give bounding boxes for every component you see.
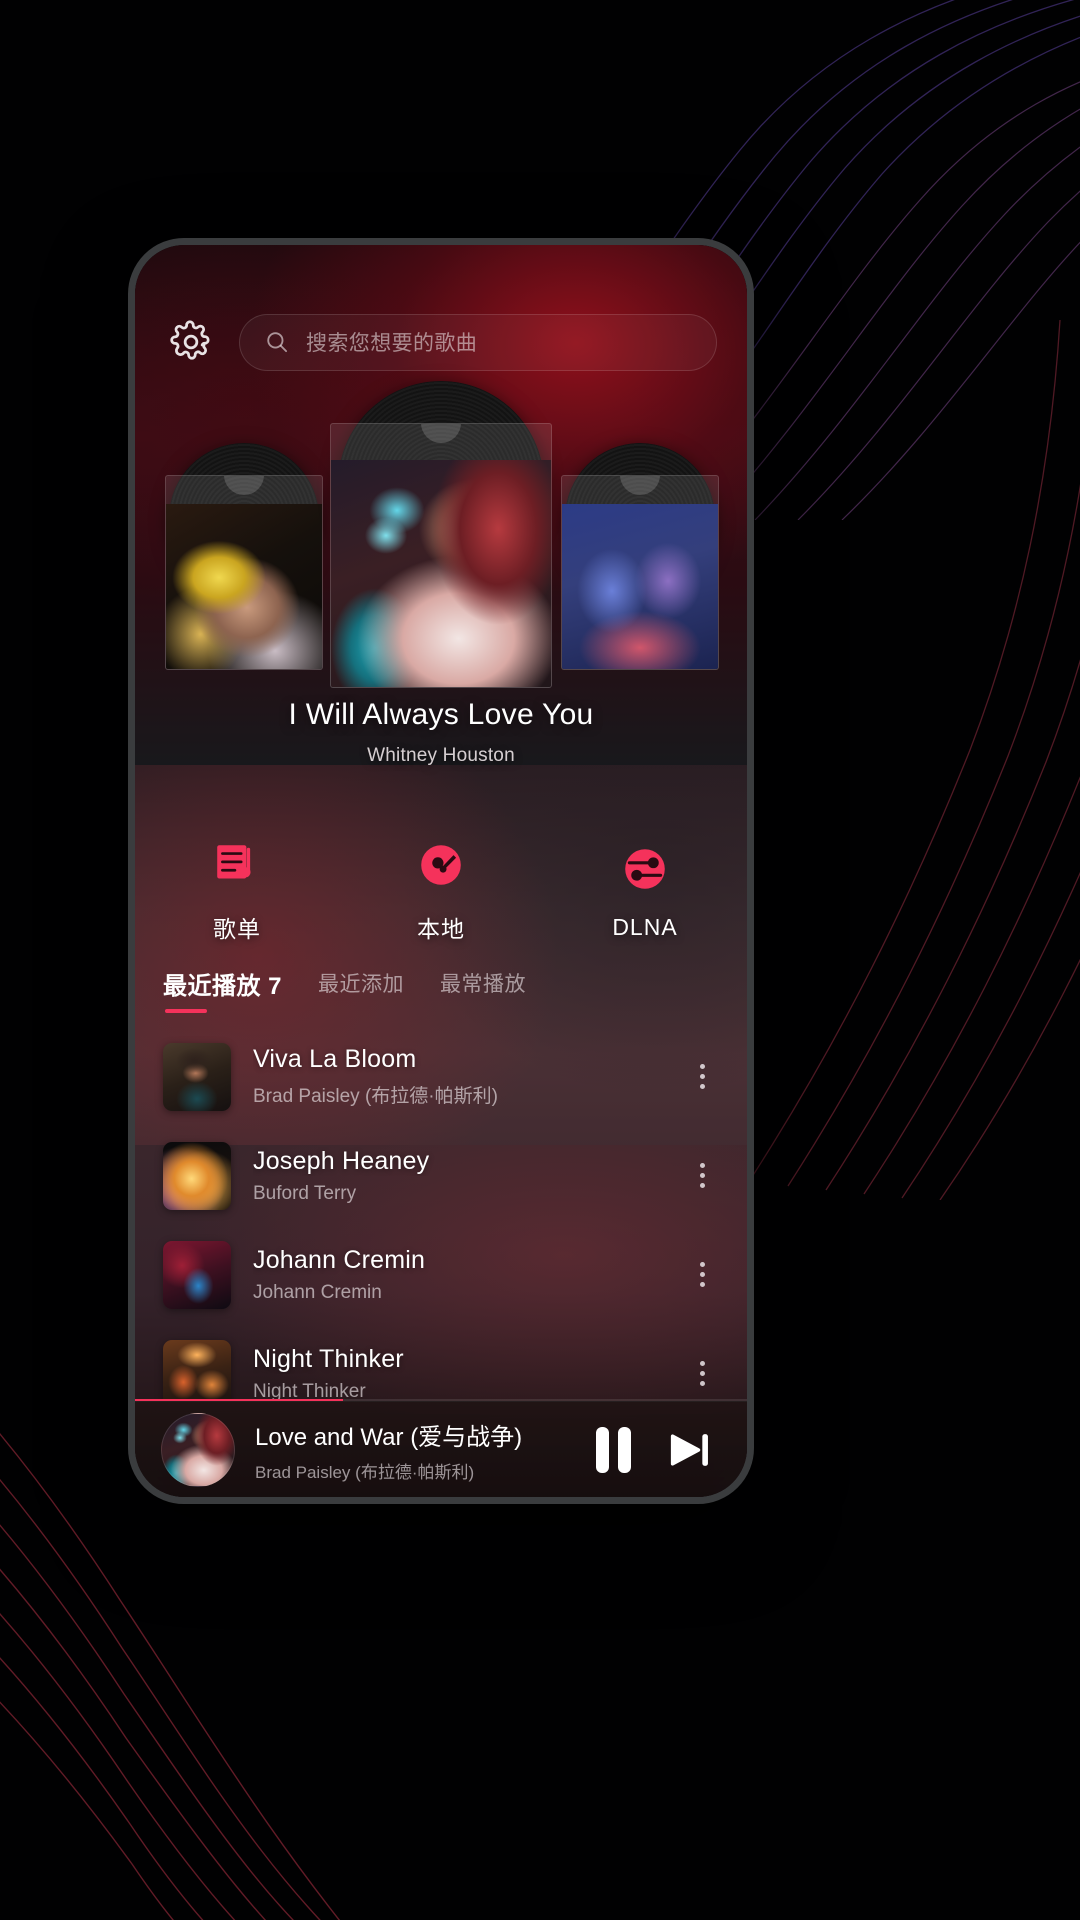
sleeve-notch	[620, 476, 660, 495]
song-more-button[interactable]	[681, 1247, 723, 1303]
dlna-cast-icon	[625, 848, 665, 889]
song-title: Night Thinker	[253, 1344, 404, 1373]
category-dlna-label: DLNA	[612, 913, 678, 940]
more-vertical-icon	[699, 1064, 705, 1069]
pause-icon	[617, 1426, 631, 1473]
mini-player-artist: Brad Paisley (布拉德·帕斯利)	[255, 1462, 475, 1482]
more-vertical-icon	[699, 1262, 705, 1267]
more-vertical-icon	[699, 1163, 705, 1168]
sleeve-notch	[224, 476, 264, 495]
search-icon	[267, 332, 288, 353]
song-artist: Brad Paisley (布拉德·帕斯利)	[253, 1086, 498, 1107]
song-list-item[interactable]: Johann Cremin Johann Cremin	[135, 1225, 747, 1324]
mini-player-title: Love and War (爱与战争)	[255, 1423, 523, 1451]
category-local[interactable]: 本地	[339, 817, 543, 967]
album-art-right	[562, 504, 718, 669]
category-dlna[interactable]: DLNA	[543, 817, 747, 967]
wave-decoration-right	[749, 319, 1080, 1200]
song-list-item[interactable]: Viva La Bloom Brad Paisley (布拉德·帕斯利)	[135, 1027, 747, 1126]
song-meta: Viva La Bloom Brad Paisley (布拉德·帕斯利)	[253, 1045, 659, 1108]
more-vertical-icon	[699, 1272, 705, 1277]
tab-recently-played-label: 最近播放 7	[163, 972, 283, 1000]
more-vertical-icon	[699, 1074, 705, 1079]
gear-icon	[170, 320, 210, 360]
more-vertical-icon	[699, 1183, 705, 1188]
carousel-item-right[interactable]	[561, 443, 719, 670]
more-vertical-icon	[699, 1371, 705, 1376]
more-vertical-icon	[699, 1282, 705, 1287]
next-track-button[interactable]	[661, 1422, 717, 1478]
song-list-item[interactable]: Joseph Heaney Buford Terry	[135, 1126, 747, 1225]
album-sleeve	[165, 475, 323, 670]
song-thumbnail	[163, 1240, 231, 1309]
song-more-button[interactable]	[681, 1346, 723, 1402]
carousel-item-center[interactable]	[330, 381, 552, 688]
settings-button[interactable]	[165, 316, 217, 368]
tab-recently-added[interactable]: 最近添加	[318, 968, 404, 1010]
more-vertical-icon	[699, 1084, 705, 1089]
song-list[interactable]: Viva La Bloom Brad Paisley (布拉德·帕斯利) Jos…	[135, 1027, 747, 1401]
tab-most-played[interactable]: 最常播放	[440, 968, 526, 1010]
song-title: Joseph Heaney	[253, 1146, 430, 1175]
vinyl-record-icon	[421, 845, 461, 885]
category-playlist-label: 歌单	[213, 916, 261, 942]
song-artist: Johann Cremin	[253, 1281, 382, 1303]
more-vertical-icon	[699, 1361, 705, 1366]
phone-frame: 搜索您想要的歌曲 I Will Always Love You Whitney …	[128, 238, 754, 1504]
mini-player-meta: Love and War (爱与战争) Brad Paisley (布拉德·帕斯…	[255, 1417, 565, 1483]
mini-player[interactable]: Love and War (爱与战争) Brad Paisley (布拉德·帕斯…	[135, 1401, 747, 1497]
song-more-button[interactable]	[681, 1148, 723, 1204]
song-title: Johann Cremin	[253, 1245, 426, 1274]
now-playing-artist: Whitney Houston	[367, 745, 515, 766]
playlist-note-icon	[217, 845, 251, 879]
search-placeholder: 搜索您想要的歌曲	[306, 332, 478, 355]
pause-icon	[595, 1426, 609, 1473]
song-artist: Buford Terry	[253, 1182, 357, 1204]
song-title: Viva La Bloom	[253, 1045, 417, 1073]
album-art-center	[331, 460, 551, 687]
sleeve-notch	[421, 424, 461, 443]
now-playing-title: I Will Always Love You	[288, 698, 594, 731]
pause-button[interactable]	[585, 1422, 641, 1478]
song-thumbnail	[163, 1339, 231, 1401]
song-artist: Night Thinker	[253, 1380, 366, 1402]
tab-recently-played[interactable]: 最近播放 7	[163, 966, 282, 1013]
song-more-button[interactable]	[681, 1049, 723, 1105]
category-playlist[interactable]: 歌单	[135, 817, 339, 967]
app-screen: 搜索您想要的歌曲 I Will Always Love You Whitney …	[135, 245, 747, 1497]
more-vertical-icon	[699, 1381, 705, 1386]
song-meta: Joseph Heaney Buford Terry	[253, 1147, 659, 1205]
category-row: 歌单 本地 DLNA	[135, 817, 747, 967]
album-art-left	[166, 504, 322, 669]
carousel-item-left[interactable]	[165, 443, 323, 670]
album-carousel[interactable]	[135, 381, 747, 695]
tab-most-played-label: 最常播放	[440, 973, 527, 996]
more-vertical-icon	[699, 1173, 705, 1178]
song-thumbnail	[163, 1042, 231, 1111]
album-sleeve	[561, 475, 719, 670]
wallpaper: 搜索您想要的歌曲 I Will Always Love You Whitney …	[0, 0, 1080, 1920]
tab-bar: 最近播放 7 最近添加 最常播放	[135, 957, 747, 1021]
tab-recently-added-label: 最近添加	[318, 973, 405, 996]
mini-player-artwork[interactable]	[161, 1412, 235, 1487]
song-list-item[interactable]: Night Thinker Night Thinker	[135, 1324, 747, 1401]
search-input[interactable]: 搜索您想要的歌曲	[239, 313, 717, 371]
song-meta: Johann Cremin Johann Cremin	[253, 1246, 659, 1304]
now-playing-info: I Will Always Love You Whitney Houston	[135, 697, 747, 767]
song-thumbnail	[163, 1141, 231, 1210]
album-sleeve	[330, 423, 552, 688]
song-meta: Night Thinker Night Thinker	[253, 1345, 659, 1402]
category-local-label: 本地	[417, 916, 465, 942]
top-bar: 搜索您想要的歌曲	[135, 307, 747, 377]
next-track-icon	[670, 1433, 708, 1466]
